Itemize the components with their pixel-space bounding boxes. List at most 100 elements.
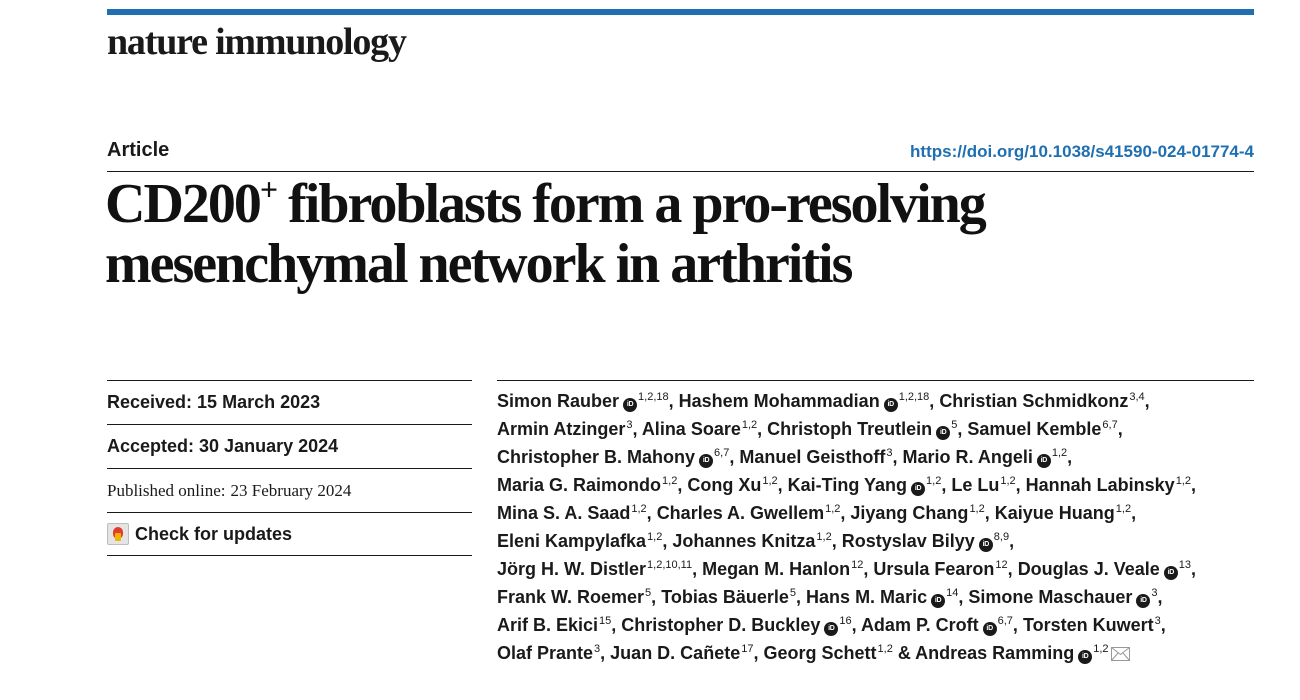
author-name[interactable]: Juan D. Cañete17: [610, 643, 753, 663]
author-name-text: Rostyslav Bilyy: [841, 531, 975, 551]
author-name[interactable]: Charles A. Gwellem1,2: [657, 503, 841, 523]
author-separator: ,: [1160, 615, 1166, 635]
author-name[interactable]: Olaf Prante3: [497, 643, 600, 663]
author-name[interactable]: Jiyang Chang1,2: [850, 503, 984, 523]
author-name[interactable]: Adam P. Croft iD6,7: [861, 615, 1013, 636]
author-affiliation[interactable]: 1,2: [926, 475, 941, 487]
orcid-icon[interactable]: iD: [824, 622, 839, 636]
orcid-icon[interactable]: iD: [883, 398, 898, 412]
author-name-text: Olaf Prante: [497, 643, 594, 663]
author-name[interactable]: Manuel Geisthoff3: [739, 447, 892, 467]
author-affiliation[interactable]: 1,2,18: [899, 391, 930, 403]
author-affiliation[interactable]: 3,4: [1129, 391, 1144, 403]
author-affiliation[interactable]: 13: [1179, 559, 1191, 571]
orcid-icon[interactable]: iD: [978, 538, 993, 552]
article-type: Article: [107, 139, 170, 161]
orcid-icon[interactable]: iD: [931, 594, 946, 608]
orcid-icon[interactable]: iD: [1078, 650, 1093, 664]
author-name[interactable]: Jörg H. W. Distler1,2,10,11: [497, 559, 692, 579]
author-name[interactable]: Georg Schett1,2: [763, 643, 892, 663]
author-affiliation[interactable]: 1,2: [742, 419, 757, 431]
author-name[interactable]: Samuel Kemble6,7: [967, 419, 1117, 439]
author-name-text: Andreas Ramming: [915, 643, 1075, 663]
orcid-icon[interactable]: iD: [699, 454, 714, 468]
author-affiliation[interactable]: 6,7: [998, 615, 1013, 627]
author-name[interactable]: Hashem Mohammadian iD1,2,18: [679, 391, 930, 412]
author-affiliation[interactable]: 16: [839, 615, 851, 627]
author-separator: ,: [892, 447, 903, 467]
author-affiliation[interactable]: 6,7: [714, 447, 729, 459]
author-affiliation[interactable]: 12: [851, 559, 863, 571]
author-affiliation[interactable]: 1,2: [631, 503, 646, 515]
author-affiliation[interactable]: 1,2: [816, 531, 831, 543]
author-affiliation[interactable]: 1,2: [762, 475, 777, 487]
author-affiliation[interactable]: 1,2: [647, 531, 662, 543]
author-name[interactable]: Maria G. Raimondo1,2: [497, 475, 677, 495]
author-affiliation[interactable]: 12: [995, 559, 1007, 571]
author-separator: ,: [1009, 531, 1015, 551]
author-name[interactable]: Christian Schmidkonz3,4: [939, 391, 1144, 411]
author-affiliation[interactable]: 14: [946, 587, 958, 599]
author-affiliation[interactable]: 15: [599, 615, 611, 627]
journal-name[interactable]: nature immunology: [107, 20, 407, 64]
author-name[interactable]: Arif B. Ekici15: [497, 615, 611, 635]
doi-link[interactable]: https://doi.org/10.1038/s41590-024-01774…: [910, 142, 1254, 162]
author-separator: ,: [651, 587, 662, 607]
author-name[interactable]: Rostyslav Bilyy iD8,9: [841, 531, 1009, 552]
author-name[interactable]: Kaiyue Huang1,2: [995, 503, 1131, 523]
author-affiliation[interactable]: 1,2: [1093, 643, 1108, 655]
author-name-text: Johannes Knitza: [672, 531, 816, 551]
author-separator: ,: [677, 475, 688, 495]
author-affiliation[interactable]: 1,2: [1000, 475, 1015, 487]
author-name[interactable]: Simon Rauber iD1,2,18: [497, 391, 669, 412]
author-affiliation[interactable]: 1,2: [969, 503, 984, 515]
orcid-icon[interactable]: iD: [1163, 566, 1178, 580]
author-name[interactable]: Mina S. A. Saad1,2: [497, 503, 647, 523]
orcid-icon[interactable]: iD: [1136, 594, 1151, 608]
author-name[interactable]: Hans M. Maric iD14: [806, 587, 958, 608]
author-separator: ,: [1191, 559, 1197, 579]
orcid-icon[interactable]: iD: [936, 426, 951, 440]
author-name[interactable]: Kai-Ting Yang iD1,2: [788, 475, 941, 496]
author-affiliation[interactable]: 1,2: [1052, 447, 1067, 459]
author-name[interactable]: Mario R. Angeli iD1,2: [902, 447, 1067, 468]
author-name[interactable]: Christopher D. Buckley iD16: [621, 615, 852, 636]
orcid-icon[interactable]: iD: [911, 482, 926, 496]
author-name[interactable]: Ursula Fearon12: [873, 559, 1007, 579]
author-affiliation[interactable]: 1,2,10,11: [647, 559, 692, 571]
orcid-icon[interactable]: iD: [623, 398, 638, 412]
author-name[interactable]: Le Lu1,2: [951, 475, 1015, 495]
author-name[interactable]: Johannes Knitza1,2: [672, 531, 831, 551]
orcid-icon[interactable]: iD: [982, 622, 997, 636]
author-name[interactable]: Hannah Labinsky1,2: [1026, 475, 1191, 495]
author-affiliation[interactable]: 8,9: [994, 531, 1009, 543]
author-name[interactable]: Cong Xu1,2: [687, 475, 777, 495]
author-name-text: Christian Schmidkonz: [939, 391, 1129, 411]
author-name[interactable]: Douglas J. Veale iD13: [1018, 559, 1191, 580]
author-name[interactable]: Tobias Bäuerle5: [661, 587, 796, 607]
author-name[interactable]: Torsten Kuwert3: [1023, 615, 1161, 635]
orcid-icon[interactable]: iD: [1036, 454, 1051, 468]
author-affiliation[interactable]: 17: [741, 643, 753, 655]
author-name[interactable]: Andreas Ramming iD1,2: [915, 643, 1130, 664]
author-name[interactable]: Eleni Kampylafka1,2: [497, 531, 662, 551]
author-name[interactable]: Christopher B. Mahony iD6,7: [497, 447, 729, 468]
author-affiliation[interactable]: 1,2: [825, 503, 840, 515]
author-name[interactable]: Frank W. Roemer5: [497, 587, 651, 607]
author-name[interactable]: Armin Atzinger3: [497, 419, 632, 439]
author-affiliation[interactable]: 1,2,18: [638, 391, 669, 403]
check-for-updates-button[interactable]: Check for updates: [107, 523, 292, 545]
author-name[interactable]: Christoph Treutlein iD5: [767, 419, 957, 440]
envelope-icon[interactable]: [1110, 647, 1130, 661]
author-separator: ,: [1117, 419, 1123, 439]
author-separator: ,: [929, 391, 940, 411]
author-name[interactable]: Alina Soare1,2: [642, 419, 757, 439]
author-affiliation[interactable]: 1,2: [1116, 503, 1131, 515]
author-affiliation[interactable]: 6,7: [1102, 419, 1117, 431]
author-separator: ,: [796, 587, 807, 607]
author-name[interactable]: Megan M. Hanlon12: [702, 559, 863, 579]
author-affiliation[interactable]: 1,2: [1176, 475, 1191, 487]
author-affiliation[interactable]: 1,2: [662, 475, 677, 487]
author-affiliation[interactable]: 1,2: [878, 643, 893, 655]
author-name[interactable]: Simone Maschauer iD3: [968, 587, 1158, 608]
